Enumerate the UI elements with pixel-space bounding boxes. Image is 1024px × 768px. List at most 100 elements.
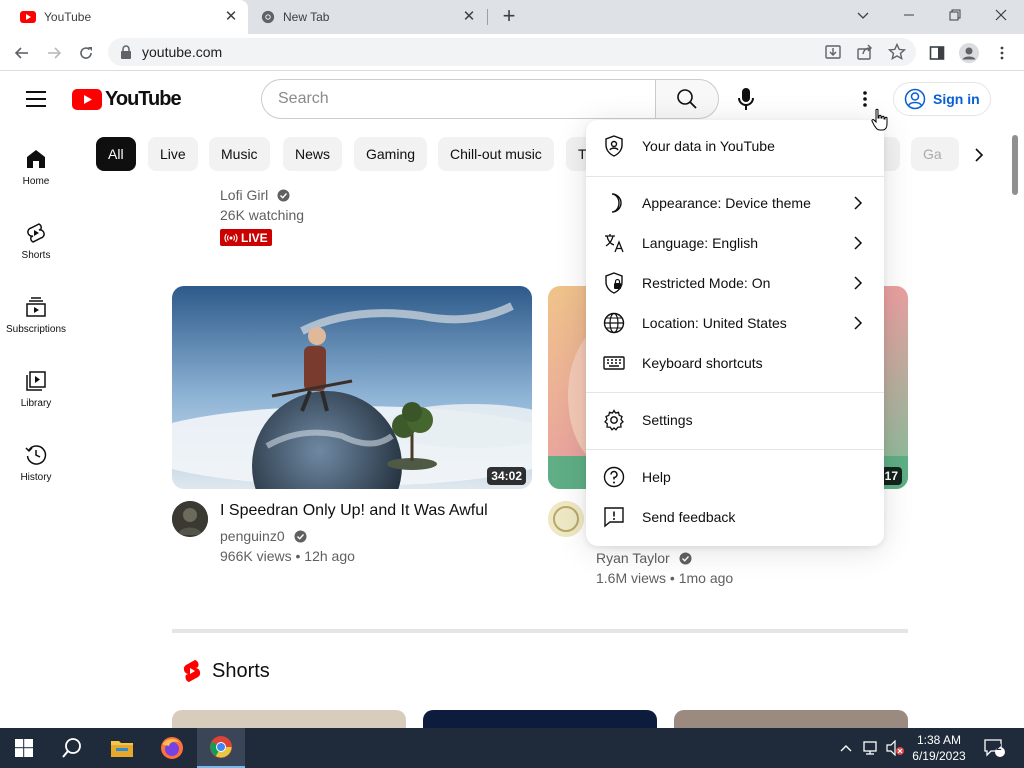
view-count: 1.6M views (596, 570, 667, 586)
reload-button[interactable] (73, 40, 99, 66)
chrome-icon (210, 736, 232, 758)
help-icon (603, 466, 625, 488)
chip-partial[interactable]: Ga (911, 137, 959, 171)
avatar-icon (959, 43, 979, 63)
tab-new-tab[interactable]: New Tab ✕ (250, 0, 486, 34)
show-hidden-icons-button[interactable] (836, 728, 856, 768)
address-bar[interactable]: youtube.com (108, 38, 916, 66)
search-button[interactable] (655, 79, 719, 119)
search-icon (677, 89, 697, 109)
search-input[interactable] (278, 89, 638, 109)
lock-icon (121, 45, 131, 59)
close-tab-icon[interactable]: ✕ (460, 8, 478, 26)
taskbar-search-button[interactable] (48, 728, 96, 768)
menu-item-language[interactable]: Language: English (586, 223, 884, 263)
youtube-wordmark: YouTube (105, 87, 182, 110)
subscriptions-icon (26, 297, 46, 317)
taskbar-clock[interactable]: 1:38 AM 6/19/2023 (906, 732, 972, 764)
youtube-logo[interactable]: YouTube (72, 87, 182, 110)
menu-item-your-data[interactable]: Your data in YouTube (586, 126, 884, 166)
guide-item-shorts[interactable]: Shorts (0, 222, 72, 261)
chevron-right-icon (854, 276, 863, 290)
page-scrollbar-thumb[interactable] (1012, 135, 1018, 195)
short-thumbnail[interactable] (423, 710, 657, 730)
guide-item-label: History (20, 472, 52, 483)
forward-button[interactable] (41, 40, 67, 66)
restore-button[interactable] (932, 0, 978, 30)
upload-age: 1mo ago (678, 570, 734, 586)
minimize-button[interactable] (886, 0, 932, 30)
arrow-right-icon (48, 47, 62, 59)
file-explorer-button[interactable] (98, 728, 146, 768)
browser-menu-button[interactable] (989, 40, 1015, 66)
guide-item-label: Subscriptions (5, 324, 67, 335)
menu-item-appearance[interactable]: Appearance: Device theme (586, 183, 884, 223)
menu-item-help[interactable]: Help (586, 457, 884, 497)
guide-item-home[interactable]: Home (0, 148, 72, 187)
windows-logo-icon (15, 739, 33, 757)
install-app-icon[interactable] (824, 43, 842, 61)
video-thumbnail[interactable]: 34:02 (172, 286, 532, 489)
video-channel[interactable]: penguinz0 (220, 528, 307, 544)
chip-all[interactable]: All (96, 137, 136, 171)
sign-in-label: Sign in (933, 91, 980, 107)
start-button[interactable] (0, 728, 48, 768)
firefox-button[interactable] (148, 728, 196, 768)
menu-item-label: Send feedback (642, 509, 736, 525)
side-panel-button[interactable] (924, 40, 950, 66)
short-thumbnail[interactable] (674, 710, 908, 730)
microphone-icon (738, 88, 754, 110)
chip-music[interactable]: Music (209, 137, 270, 171)
meta-separator: • (669, 570, 675, 586)
tab-search-button[interactable] (840, 0, 886, 30)
kebab-menu-icon (863, 91, 867, 107)
hamburger-menu-icon[interactable] (24, 88, 48, 110)
video-stats: 1.6M views • 1mo ago (596, 570, 733, 586)
notifications-icon (984, 739, 1005, 757)
video-title[interactable]: I Speedran Only Up! and It Was Awful (220, 502, 488, 520)
chevron-right-icon (975, 148, 984, 162)
tab-divider (487, 9, 488, 25)
reload-icon (80, 47, 92, 59)
close-window-button[interactable] (978, 0, 1024, 30)
thumbnail-image (172, 286, 532, 489)
video-channel[interactable]: Ryan Taylor (596, 550, 692, 566)
settings-dropdown-menu: Your data in YouTube Appearance: Device … (586, 120, 884, 546)
guide-item-subscriptions[interactable]: Subscriptions (0, 296, 72, 335)
new-tab-button[interactable]: + (498, 5, 520, 28)
channel-avatar[interactable] (172, 501, 208, 537)
profile-button[interactable] (956, 40, 982, 66)
network-button[interactable] (860, 728, 882, 768)
live-badge-label: LIVE (241, 230, 268, 245)
chip-gaming[interactable]: Gaming (354, 137, 428, 171)
channel-name: Lofi Girl (220, 187, 269, 203)
live-channel-name[interactable]: Lofi Girl (220, 187, 290, 203)
network-icon (863, 741, 877, 755)
sign-in-button[interactable]: Sign in (893, 82, 991, 116)
back-button[interactable] (9, 40, 35, 66)
guide-item-history[interactable]: History (0, 444, 72, 483)
menu-item-send-feedback[interactable]: Send feedback (586, 497, 884, 537)
menu-item-keyboard-shortcuts[interactable]: Keyboard shortcuts (586, 343, 884, 383)
menu-item-restricted-mode[interactable]: Restricted Mode: On (586, 263, 884, 303)
voice-search-button[interactable] (730, 83, 762, 115)
tab-youtube[interactable]: YouTube ✕ (0, 0, 248, 34)
close-tab-icon[interactable]: ✕ (222, 8, 240, 26)
guide-item-library[interactable]: Library (0, 370, 72, 409)
chip-chill-out-music[interactable]: Chill-out music (438, 137, 554, 171)
chip-live[interactable]: Live (148, 137, 198, 171)
menu-item-location[interactable]: Location: United States (586, 303, 884, 343)
live-broadcast-icon (224, 233, 238, 242)
bookmark-star-icon[interactable] (888, 43, 906, 61)
chrome-taskbar-button[interactable] (197, 728, 245, 768)
minimize-icon (904, 14, 914, 16)
search-box (261, 79, 656, 119)
chips-next-button[interactable] (966, 142, 992, 168)
channel-avatar[interactable] (548, 501, 584, 537)
chip-news[interactable]: News (283, 137, 343, 171)
action-center-button[interactable]: 2 (978, 728, 1012, 768)
volume-button[interactable] (884, 728, 906, 768)
short-thumbnail[interactable] (172, 710, 406, 730)
menu-item-settings[interactable]: Settings (586, 400, 884, 440)
share-icon[interactable] (856, 43, 874, 61)
